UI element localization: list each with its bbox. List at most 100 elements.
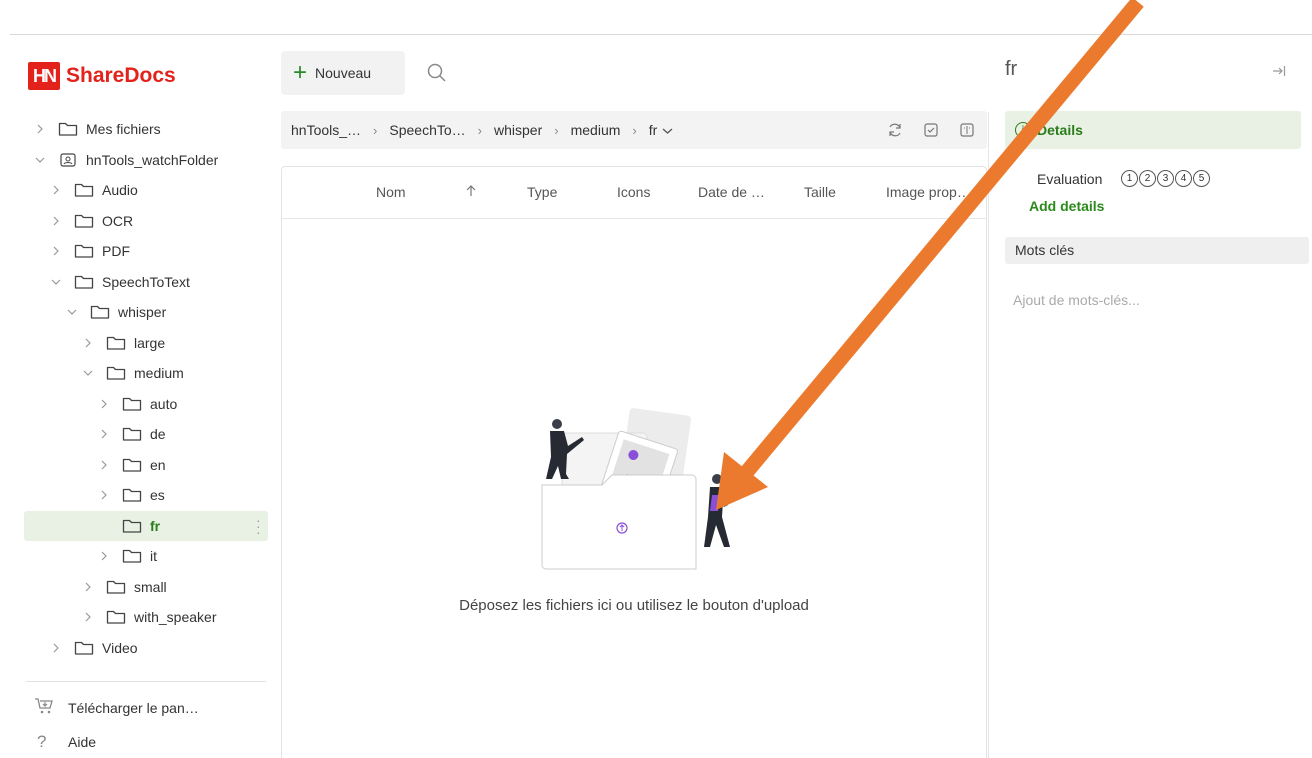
logo-text: ShareDocs	[66, 64, 176, 87]
chevron-right-icon[interactable]	[98, 428, 110, 440]
folder-icon	[74, 213, 94, 229]
sidebar-item-label: large	[134, 334, 166, 351]
folder-icon	[58, 121, 78, 137]
select-all-icon[interactable]	[923, 122, 939, 138]
sidebar-item-label: de	[150, 426, 166, 443]
breadcrumb-item[interactable]: hnTools_…	[291, 122, 361, 138]
chevron-right-icon[interactable]	[98, 550, 110, 562]
sidebar-item-video[interactable]: Video	[24, 633, 268, 664]
folder-icon	[122, 426, 142, 442]
sidebar-item-pdf[interactable]: PDF	[24, 236, 268, 267]
column-type[interactable]: Type	[527, 184, 557, 200]
sidebar-item-with-speaker[interactable]: with_speaker	[24, 602, 268, 633]
chevron-right-icon[interactable]	[82, 611, 94, 623]
keywords-input[interactable]: Ajout de mots-clés...	[1013, 292, 1140, 308]
details-tab-label: Details	[1037, 122, 1083, 138]
chevron-right-icon[interactable]	[98, 489, 110, 501]
chevron-down-icon[interactable]	[82, 367, 94, 379]
shared-folder-icon	[58, 152, 78, 168]
sidebar-item-mes-fichiers[interactable]: Mes fichiers	[24, 114, 268, 145]
chevron-right-icon[interactable]	[50, 642, 62, 654]
sidebar-item-en[interactable]: en	[24, 450, 268, 481]
sidebar-item-label: Audio	[102, 182, 138, 199]
sidebar-item-de[interactable]: de	[24, 419, 268, 450]
sidebar-item-label: Video	[102, 639, 138, 656]
plus-icon: +	[293, 59, 308, 86]
column-name[interactable]: Nom	[376, 184, 406, 200]
breadcrumb-item[interactable]: medium	[571, 122, 621, 138]
chevron-right-icon: ›	[373, 122, 378, 138]
column-size[interactable]: Taille	[804, 184, 836, 200]
breadcrumb-item[interactable]: SpeechTo…	[389, 122, 465, 138]
file-list[interactable]: Nom Type Icons Date de … Taille Image pr…	[281, 166, 987, 758]
chevron-down-icon[interactable]	[50, 276, 62, 288]
column-date[interactable]: Date de …	[698, 184, 765, 200]
sidebar-item-ocr[interactable]: OCR	[24, 206, 268, 237]
rating-option[interactable]: 5	[1193, 170, 1210, 187]
folder-icon	[90, 304, 110, 320]
chevron-down-icon[interactable]	[66, 306, 78, 318]
sidebar-item-it[interactable]: it	[24, 541, 268, 572]
folder-icon	[122, 487, 142, 503]
arrow-up-icon[interactable]	[466, 184, 476, 200]
chevron-right-icon[interactable]	[98, 398, 110, 410]
chevron-right-icon[interactable]	[98, 459, 110, 471]
folder-icon	[122, 548, 142, 564]
sidebar-item-label: whisper	[118, 304, 167, 321]
sidebar-item-hntools-watchfolder[interactable]: hnTools_watchFolder	[24, 145, 268, 176]
rating-selector: 1 2 3 4 5	[1121, 170, 1210, 187]
chevron-down-icon[interactable]	[34, 154, 46, 166]
sidebar-item-audio[interactable]: Audio	[24, 175, 268, 206]
sidebar-item-whisper[interactable]: whisper	[24, 297, 268, 328]
new-button[interactable]: + Nouveau	[281, 51, 405, 95]
sidebar-item-label: hnTools_watchFolder	[86, 151, 219, 168]
chevron-placeholder	[98, 520, 110, 532]
column-header-row: Nom Type Icons Date de … Taille Image pr…	[282, 167, 986, 219]
chevron-right-icon[interactable]	[50, 184, 62, 196]
sidebar-item-label: with_speaker	[134, 609, 217, 626]
sidebar-item-fr[interactable]: fr · · ·	[24, 510, 268, 541]
rating-option[interactable]: 3	[1157, 170, 1174, 187]
breadcrumb-current[interactable]: fr	[649, 122, 658, 138]
new-button-label: Nouveau	[315, 65, 372, 81]
sidebar-item-es[interactable]: es	[24, 480, 268, 511]
folder-icon	[74, 640, 94, 656]
breadcrumb-item[interactable]: whisper	[494, 122, 542, 138]
chevron-right-icon[interactable]	[50, 245, 62, 257]
search-icon[interactable]	[426, 62, 448, 84]
column-icons[interactable]: Icons	[617, 184, 650, 200]
chevron-right-icon: ›	[477, 122, 483, 138]
collapse-panel-icon[interactable]	[1272, 64, 1292, 84]
details-tab[interactable]: i Details	[1005, 111, 1301, 149]
chevron-down-icon[interactable]	[662, 122, 673, 138]
sidebar-item-small[interactable]: small	[24, 572, 268, 603]
refresh-icon[interactable]	[887, 122, 903, 138]
more-options-icon[interactable]: · · ·	[256, 513, 261, 539]
column-image-properties[interactable]: Image prop…	[886, 184, 971, 200]
rating-option[interactable]: 2	[1139, 170, 1156, 187]
sidebar-item-medium[interactable]: medium	[24, 358, 268, 389]
chevron-right-icon[interactable]	[34, 123, 46, 135]
folder-icon	[106, 335, 126, 351]
sidebar-item-label: auto	[150, 395, 178, 412]
sidebar-item-label: SpeechToText	[102, 273, 190, 290]
sidebar-item-auto[interactable]: auto	[24, 389, 268, 420]
folder-icon	[74, 243, 94, 259]
download-basket-link[interactable]: Télécharger le pan…	[34, 697, 199, 718]
columns-icon[interactable]	[959, 122, 975, 138]
rating-option[interactable]: 4	[1175, 170, 1192, 187]
chevron-right-icon[interactable]	[82, 337, 94, 349]
chevron-right-icon[interactable]	[50, 215, 62, 227]
cart-icon	[34, 697, 54, 718]
chevron-right-icon[interactable]	[82, 581, 94, 593]
logo-mark: HN	[28, 62, 60, 90]
sidebar-item-large[interactable]: large	[24, 328, 268, 359]
sidebar-item-label: Mes fichiers	[86, 121, 161, 138]
rating-option[interactable]: 1	[1121, 170, 1138, 187]
details-divider	[988, 112, 989, 758]
sidebar-item-speechtotext[interactable]: SpeechToText	[24, 267, 268, 298]
app-logo[interactable]: HN ShareDocs	[28, 62, 176, 90]
sidebar-item-label: es	[150, 487, 165, 504]
help-link[interactable]: ? Aide	[34, 732, 96, 752]
add-details-link[interactable]: Add details	[1029, 198, 1104, 214]
